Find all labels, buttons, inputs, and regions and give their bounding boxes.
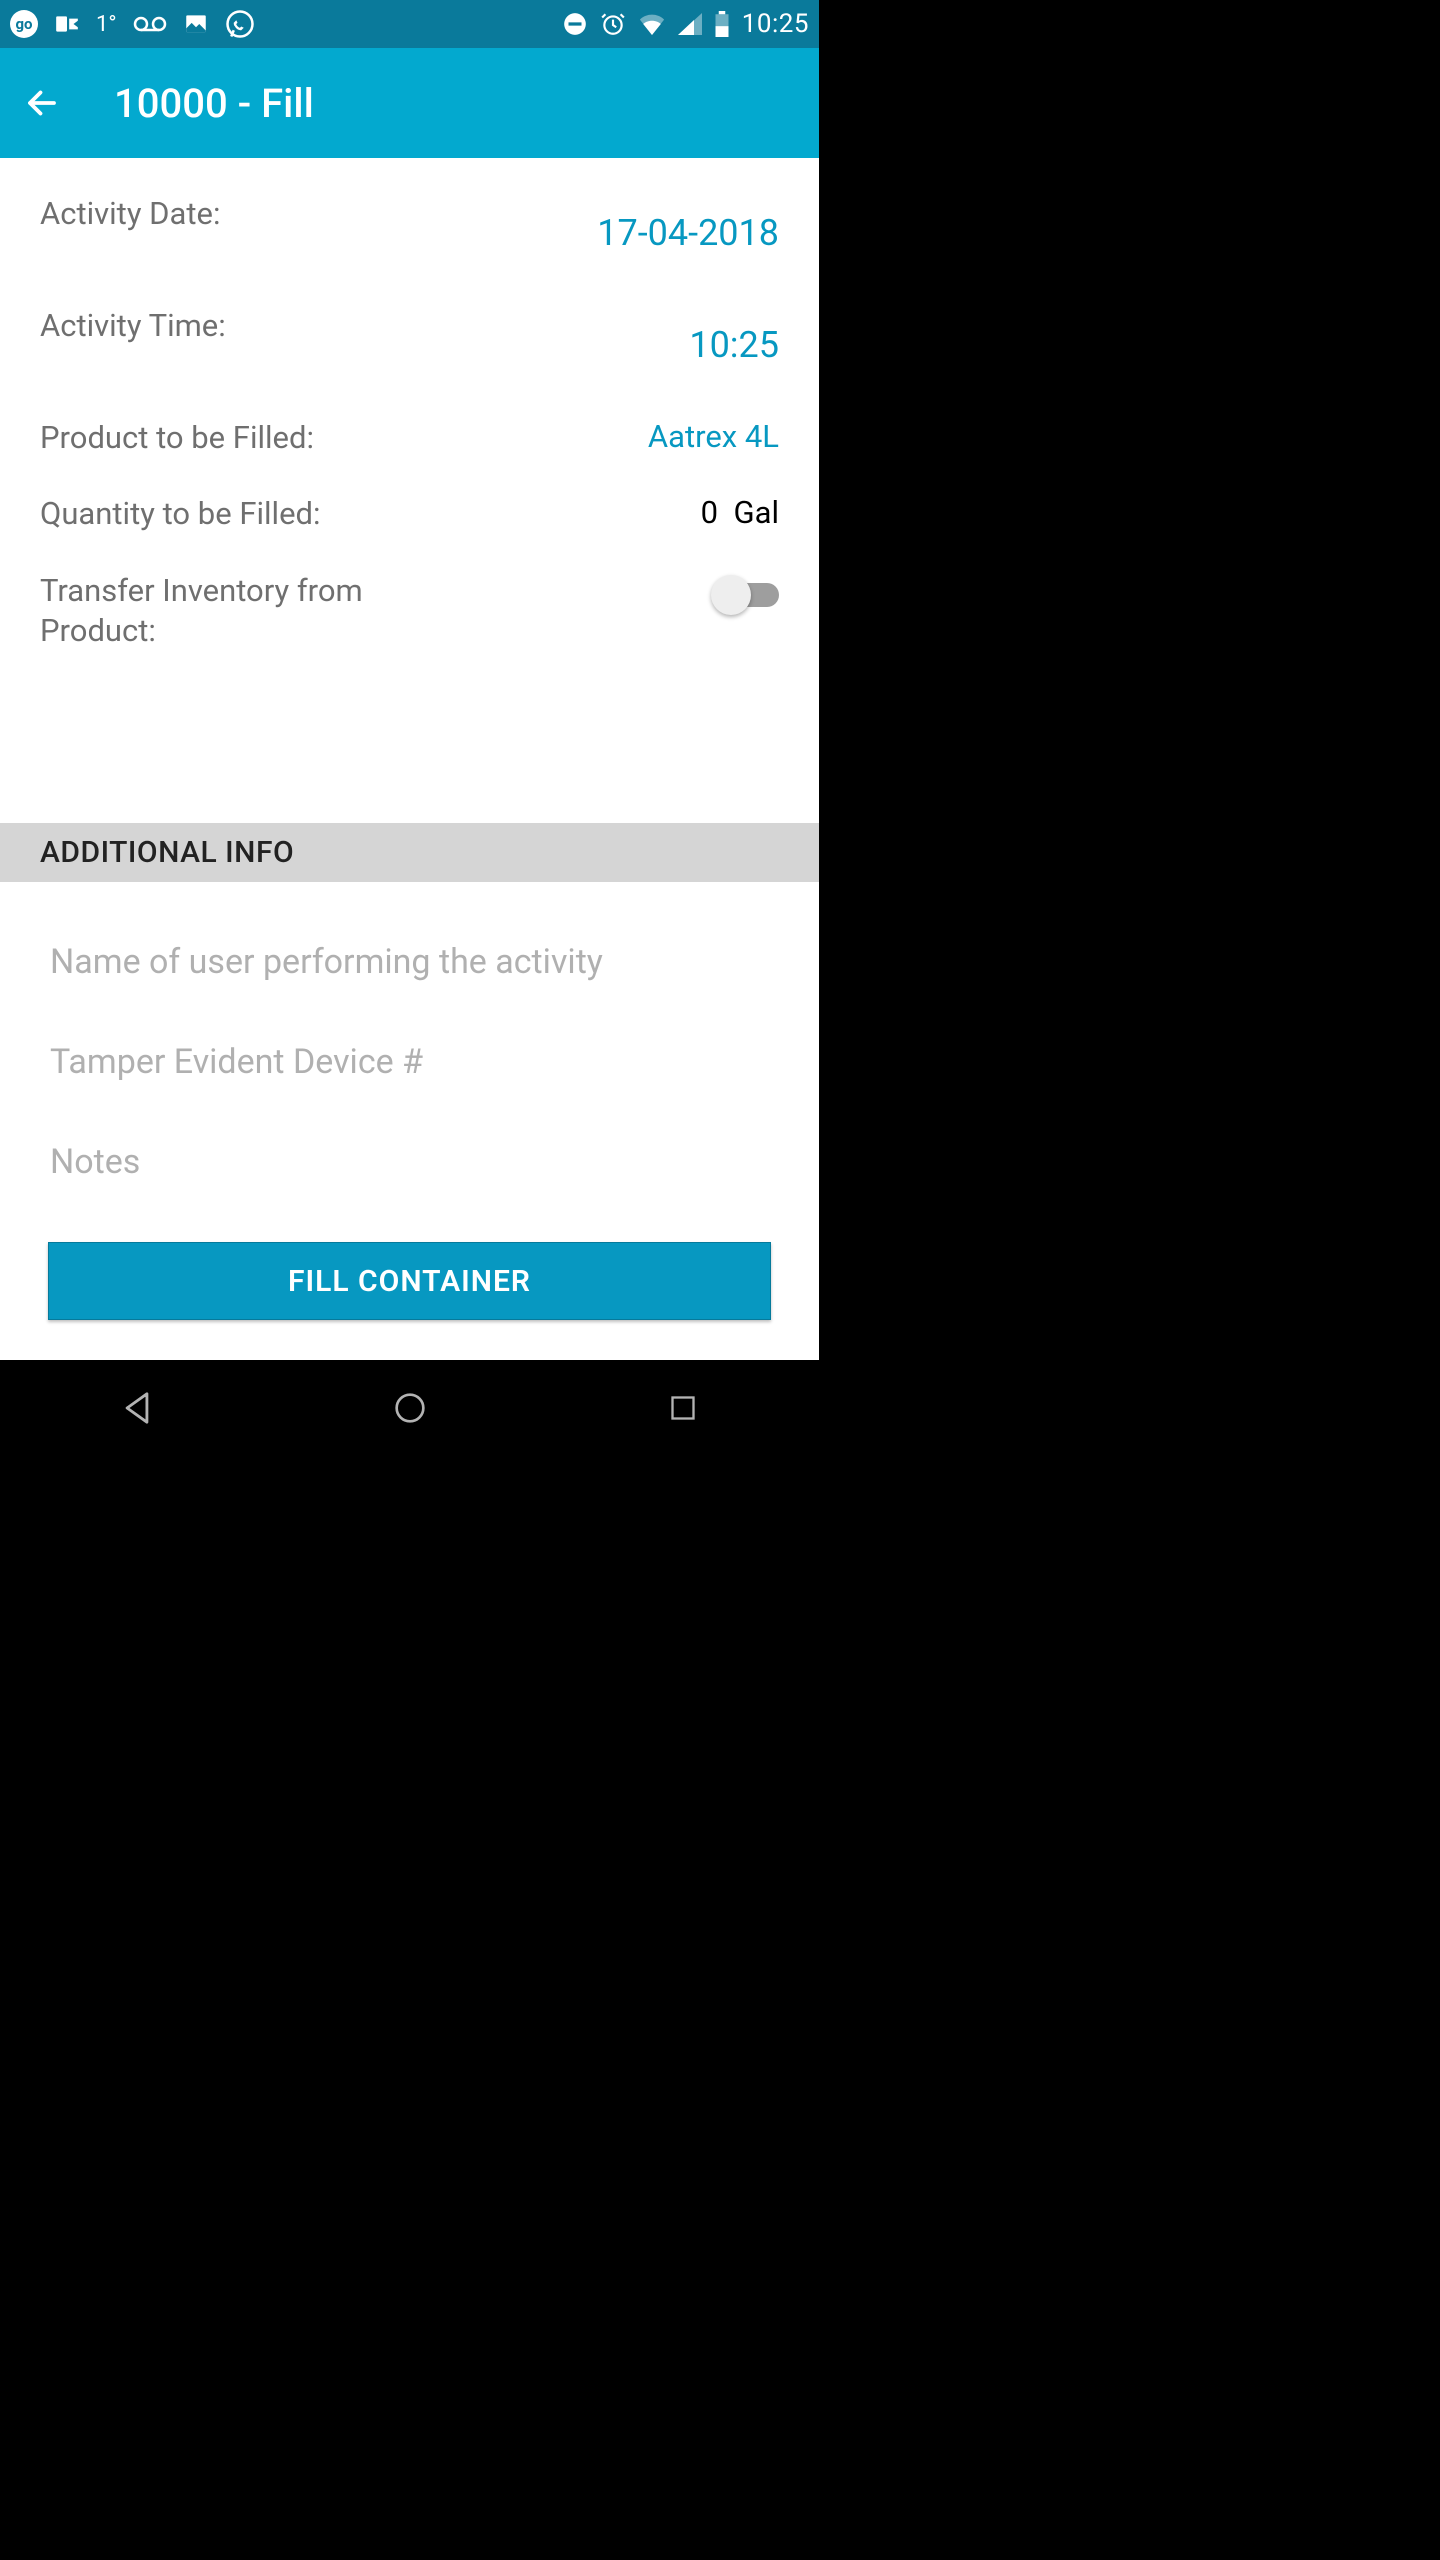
activity-time-value[interactable]: 10:25: [689, 324, 779, 366]
page-title: 10000 - Fill: [114, 80, 314, 127]
status-clock: 10:25: [742, 9, 809, 39]
product-label: Product to be Filled:: [40, 418, 314, 458]
activity-date-label: Activity Date:: [40, 194, 220, 234]
go-icon: go: [10, 10, 38, 38]
content-area: Activity Date: 17-04-2018 Activity Time:…: [0, 158, 819, 1360]
quantity-number: 0: [701, 494, 718, 531]
nav-back-button[interactable]: [77, 1378, 197, 1438]
fill-container-button[interactable]: FILL CONTAINER: [48, 1242, 771, 1320]
battery-icon: [714, 11, 730, 37]
section-additional-info: ADDITIONAL INFO: [0, 823, 819, 882]
quantity-label: Quantity to be Filled:: [40, 494, 321, 534]
toggle-knob: [711, 575, 751, 615]
quantity-value[interactable]: 0 Gal: [701, 494, 779, 531]
nav-recent-button[interactable]: [623, 1378, 743, 1438]
temperature-indicator: 1°: [96, 12, 117, 37]
signal-icon: [678, 13, 702, 35]
picture-icon: [183, 11, 209, 37]
transfer-inventory-toggle[interactable]: [717, 583, 779, 607]
tamper-device-input[interactable]: [50, 1012, 769, 1112]
dnd-icon: [562, 11, 588, 37]
notes-input[interactable]: [50, 1112, 769, 1212]
app-bar: 10000 - Fill: [0, 48, 819, 158]
back-button[interactable]: [20, 81, 64, 125]
product-value[interactable]: Aatrex 4L: [648, 418, 779, 455]
transfer-inventory-label: Transfer Inventory from Product:: [40, 571, 460, 652]
quantity-unit: Gal: [733, 494, 779, 531]
android-nav-bar: [0, 1360, 819, 1456]
activity-date-value[interactable]: 17-04-2018: [597, 212, 779, 254]
whatsapp-icon: [225, 9, 255, 39]
voicemail-icon: [133, 14, 167, 34]
alarm-icon: [600, 11, 626, 37]
activity-time-label: Activity Time:: [40, 306, 226, 346]
outlook-icon: [54, 11, 80, 37]
wifi-icon: [638, 13, 666, 35]
nav-home-button[interactable]: [350, 1378, 470, 1438]
user-name-input[interactable]: [50, 912, 769, 1012]
status-bar: go 1°: [0, 0, 819, 48]
